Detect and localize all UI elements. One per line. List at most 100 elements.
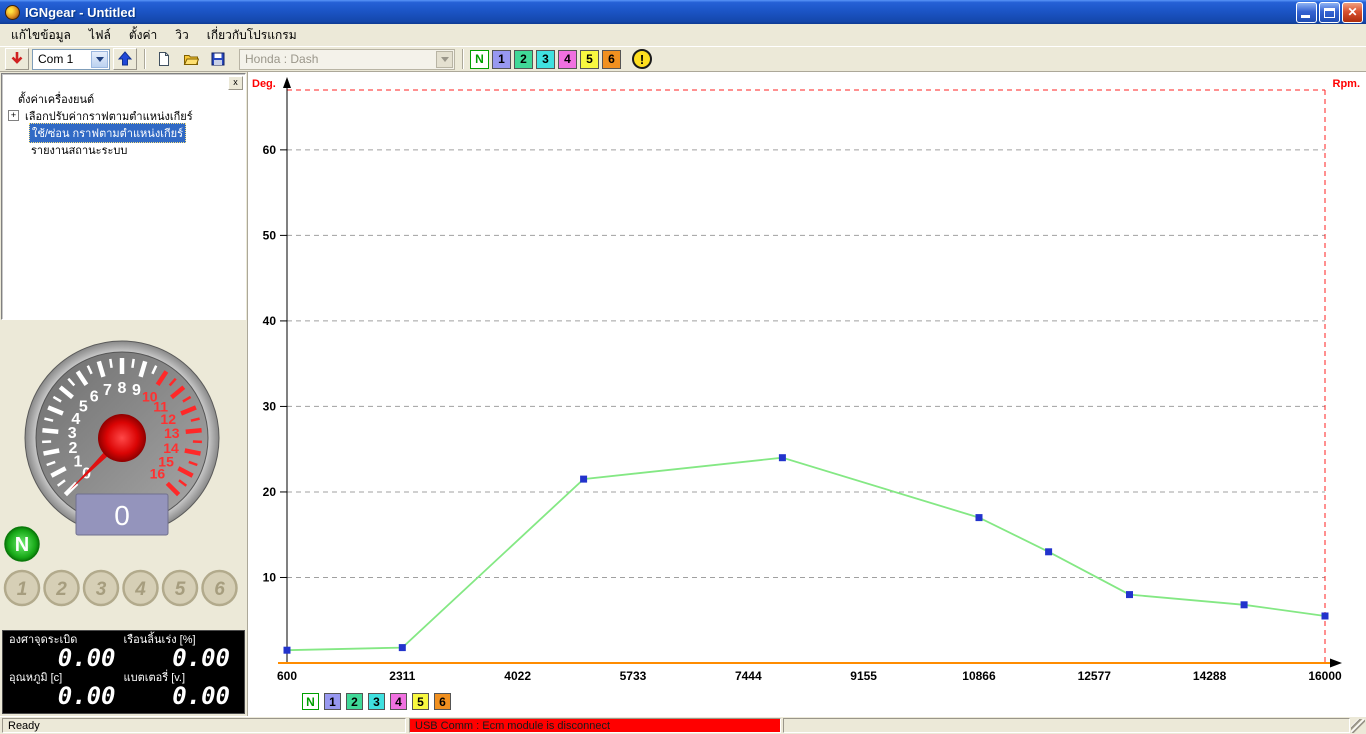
left-panel: x ตั้งค่าเครื่องยนต์ + เลือกปรับค่ากราฟต…	[0, 72, 248, 716]
legend-item-6[interactable]: 6	[434, 693, 451, 710]
settings-tree: ตั้งค่าเครื่องยนต์ + เลือกปรับค่ากราฟตาม…	[2, 74, 245, 158]
y-tick-label: 50	[263, 228, 277, 242]
data-point[interactable]	[1126, 591, 1133, 599]
throttle-value: 0.00	[172, 644, 230, 672]
x-tick-label: 7444	[735, 669, 762, 683]
gear-indicator-label: 3	[96, 579, 107, 600]
y-tick-label: 20	[263, 485, 277, 499]
gauge-number: 16	[150, 465, 166, 481]
gear-button-5[interactable]: 5	[580, 49, 599, 69]
upload-button[interactable]	[113, 48, 137, 70]
gear-button-1[interactable]: 1	[492, 49, 511, 69]
gear-button-n[interactable]: N	[470, 49, 489, 69]
menu-view[interactable]: วิว	[166, 23, 197, 48]
status-bar: Ready USB Comm : Ecm module is disconnec…	[0, 716, 1366, 734]
model-value: Honda : Dash	[245, 52, 319, 66]
data-point[interactable]	[283, 646, 291, 654]
main-area: x ตั้งค่าเครื่องยนต์ + เลือกปรับค่ากราฟต…	[0, 72, 1366, 716]
x-tick-label: 2311	[389, 669, 415, 683]
gear-indicator-label: 4	[134, 579, 146, 600]
legend-item-5[interactable]: 5	[412, 693, 429, 710]
disconnect-button[interactable]	[5, 48, 29, 70]
panel-close-button[interactable]: x	[228, 76, 243, 90]
battery-value: 0.00	[172, 682, 230, 710]
settings-tree-panel: x ตั้งค่าเครื่องยนต์ + เลือกปรับค่ากราฟต…	[1, 73, 246, 320]
data-point[interactable]	[1321, 612, 1329, 620]
menu-settings[interactable]: ตั้งค่า	[120, 23, 166, 48]
y-tick-label: 10	[263, 570, 277, 584]
legend-item-n[interactable]: N	[302, 693, 319, 710]
x-axis-arrow-icon	[1330, 658, 1342, 668]
minimize-icon	[1301, 14, 1310, 18]
com-port-select[interactable]: Com 1	[32, 48, 110, 70]
legend-item-2[interactable]: 2	[346, 693, 363, 710]
temperature-value: 0.00	[57, 682, 116, 710]
new-file-button[interactable]	[152, 48, 176, 70]
gauge-tick	[42, 427, 59, 434]
window-controls: ✕	[1296, 1, 1363, 23]
data-point[interactable]	[778, 454, 786, 462]
gear-button-3[interactable]: 3	[536, 49, 555, 69]
restore-button[interactable]	[1319, 1, 1340, 23]
gauge-number: 5	[79, 398, 88, 415]
legend-item-1[interactable]: 1	[324, 693, 341, 710]
gauge-number: 7	[103, 382, 112, 399]
tree-item-select-graph-adjust[interactable]: + เลือกปรับค่ากราฟตามตำแหน่งเกียร์	[2, 107, 245, 124]
gear-button-2[interactable]: 2	[514, 49, 533, 69]
x-tick-label: 600	[277, 669, 297, 683]
ignition-curve-chart[interactable]: 10 20 30 40 50 60 600 2311 4022 5733 7444 9155 10866…	[248, 72, 1366, 716]
neutral-indicator-label: N	[15, 534, 29, 556]
gear-button-4[interactable]: 4	[558, 49, 577, 69]
tree-item-show-hide-graph[interactable]: ใช้/ซ่อน กราฟตามตำแหน่งเกียร์	[2, 122, 245, 143]
data-point[interactable]	[398, 644, 406, 652]
series-line	[286, 456, 1326, 652]
save-button[interactable]	[206, 48, 230, 70]
expand-icon[interactable]: +	[8, 110, 19, 121]
y-tick-label: 40	[263, 314, 277, 328]
data-point[interactable]	[975, 514, 983, 522]
open-file-button[interactable]	[179, 48, 203, 70]
toolbar-separator	[144, 49, 145, 69]
save-floppy-icon	[211, 52, 225, 66]
x-tick-label: 14288	[1193, 669, 1227, 683]
data-point[interactable]	[1240, 601, 1248, 609]
data-point[interactable]	[580, 475, 588, 483]
menu-edit-data[interactable]: แก้ไขข้อมูล	[2, 23, 80, 48]
app-icon	[5, 4, 20, 20]
close-button[interactable]: ✕	[1342, 1, 1363, 23]
tachometer-gauge: 0123456789101112131415160N123456	[3, 340, 238, 607]
gauge-number: 6	[90, 388, 99, 405]
x-tick-label: 4022	[504, 669, 531, 683]
red-down-arrow-icon	[11, 52, 23, 64]
gauge-tick	[43, 448, 60, 456]
gear-indicator-label: 5	[175, 579, 186, 600]
legend-item-4[interactable]: 4	[390, 693, 407, 710]
exclamation-icon: !	[639, 51, 645, 67]
com-port-value: Com 1	[38, 52, 74, 66]
status-ready: Ready	[2, 718, 406, 733]
model-select[interactable]: Honda : Dash	[239, 48, 455, 70]
alert-button[interactable]: !	[632, 49, 652, 69]
resize-grip[interactable]	[1351, 718, 1365, 733]
open-folder-icon	[183, 55, 199, 65]
gear-button-6[interactable]: 6	[602, 49, 621, 69]
com-dropdown-button[interactable]	[91, 50, 108, 68]
gauge-tick	[131, 358, 135, 368]
x-tick-label: 9155	[850, 669, 877, 683]
gauge-digital-value: 0	[114, 500, 130, 531]
gear-indicator-label: 6	[214, 579, 225, 600]
tree-item-system-status-report[interactable]: รายงานสถานะระบบ	[2, 141, 245, 158]
menu-file[interactable]: ไฟล์	[80, 23, 120, 48]
tree-item-engine-settings[interactable]: ตั้งค่าเครื่องยนต์	[2, 90, 245, 107]
menu-about[interactable]: เกี่ยวกับโปรแกรม	[198, 23, 306, 48]
data-point[interactable]	[1045, 548, 1053, 556]
throttle-cell: เรือนลิ้นเร่ง [%] 0.00	[124, 634, 239, 672]
gauge-tick	[109, 358, 113, 368]
toolbar-separator	[462, 49, 463, 69]
legend-item-3[interactable]: 3	[368, 693, 385, 710]
chevron-down-icon	[95, 56, 104, 62]
minimize-button[interactable]	[1296, 1, 1317, 23]
gauge-number: 8	[118, 380, 127, 397]
gear-indicator-label: 2	[55, 579, 67, 600]
title-bar[interactable]: IGNgear - Untitled ✕	[0, 0, 1366, 24]
